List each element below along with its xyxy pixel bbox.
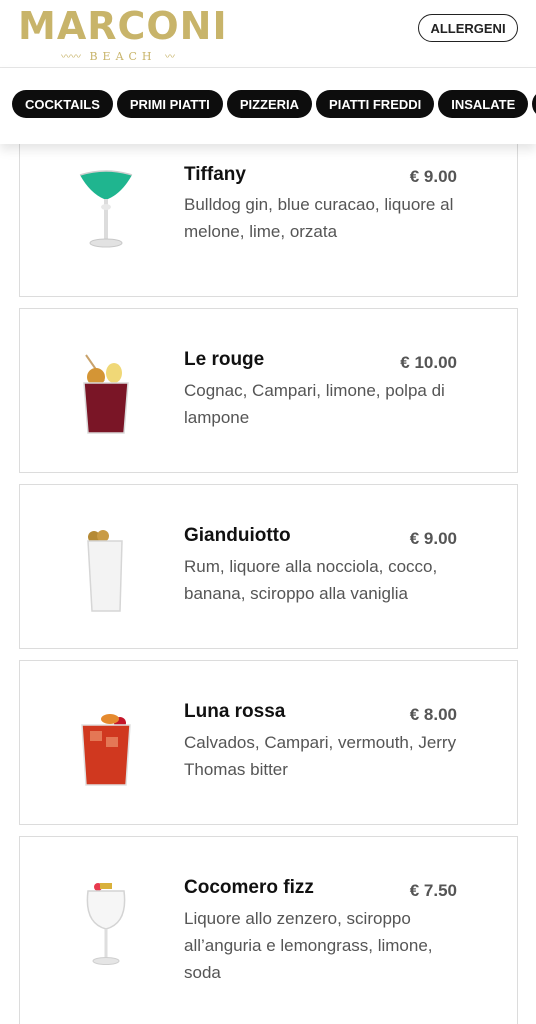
- menu-item-card[interactable]: Cocomero fizz € 7.50 Liquore allo zenzer…: [19, 836, 518, 1024]
- item-description: Liquore allo zenzero, sciroppo all’angur…: [184, 909, 433, 982]
- header: MARCONI 〰〰 BEACH 〰〰 ALLERGENI: [0, 0, 536, 78]
- item-description: Cognac, Campari, limone, polpa di lampon…: [184, 381, 445, 427]
- item-description: Bulldog gin, blue curacao, liquore al me…: [184, 195, 454, 241]
- item-name: Le rouge: [184, 349, 265, 370]
- wave-icon: 〰〰: [60, 52, 81, 63]
- item-price: € 9.00: [409, 529, 457, 548]
- category-tabs: COCKTAILS PRIMI PIATTI PIZZERIA PIATTI F…: [12, 90, 536, 118]
- menu-item-card[interactable]: Le rouge € 10.00 Cognac, Campari, limone…: [19, 308, 518, 473]
- item-price: € 8.00: [409, 705, 457, 724]
- category-tabbar: COCKTAILS PRIMI PIATTI PIZZERIA PIATTI F…: [0, 68, 536, 144]
- item-name: Tiffany: [184, 164, 246, 185]
- item-name: Gianduiotto: [184, 525, 291, 546]
- tab-insalate[interactable]: INSALATE: [438, 90, 529, 118]
- item-price: € 7.50: [409, 881, 457, 900]
- logo[interactable]: MARCONI: [18, 4, 228, 48]
- martini-glass-icon: [79, 170, 133, 248]
- menu-item-card[interactable]: Luna rossa € 8.00 Calvados, Campari, ver…: [19, 660, 518, 825]
- item-price: € 10.00: [400, 353, 457, 372]
- tab-cocktails[interactable]: COCKTAILS: [12, 90, 113, 118]
- tab-bi[interactable]: BI: [532, 90, 536, 118]
- highball-glass-icon: [87, 530, 123, 612]
- menu-item-card[interactable]: Tiffany € 9.00 Bulldog gin, blue curacao…: [19, 134, 518, 297]
- wine-glass-icon: [86, 883, 126, 965]
- allergens-button[interactable]: ALLERGENI: [418, 14, 518, 42]
- item-description: Calvados, Campari, vermouth, Jerry Thoma…: [184, 733, 457, 779]
- tab-primi-piatti[interactable]: PRIMI PIATTI: [116, 90, 223, 118]
- tab-pizzeria[interactable]: PIZZERIA: [226, 90, 313, 118]
- item-name: Luna rossa: [184, 701, 286, 722]
- tab-piatti-freddi[interactable]: PIATTI FREDDI: [316, 90, 435, 118]
- menu-item-card[interactable]: Gianduiotto € 9.00 Rum, liquore alla noc…: [19, 484, 518, 649]
- rocks-glass-icon: [81, 714, 131, 786]
- logo-subtitle-text: BEACH: [89, 50, 157, 63]
- item-description: Rum, liquore alla nocciola, cocco, banan…: [184, 557, 438, 603]
- item-name: Cocomero fizz: [184, 877, 314, 898]
- item-price: € 9.00: [409, 167, 457, 186]
- rocks-glass-icon: [83, 354, 129, 434]
